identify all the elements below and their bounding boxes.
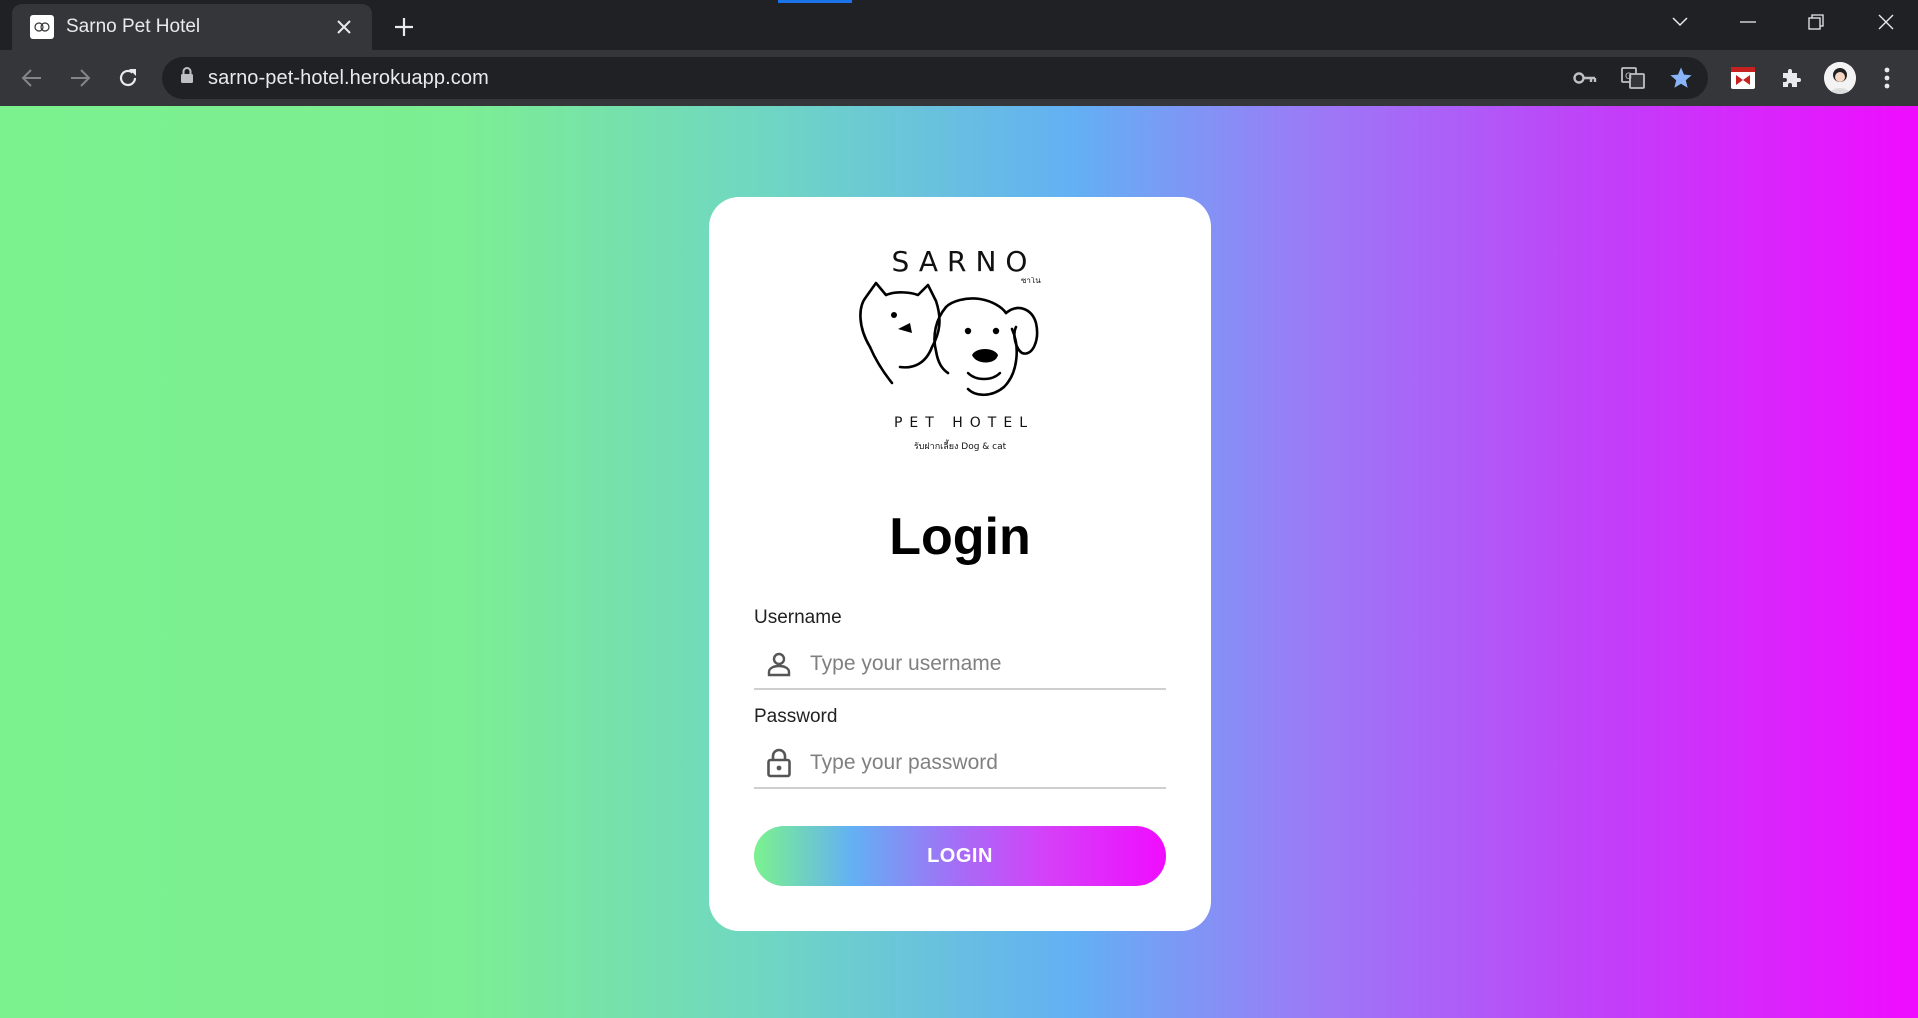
username-input[interactable]	[810, 652, 1166, 676]
sarno-logo: SARNO ซาโน PET HOTEL รับฝากเลี้ยง Dog &	[844, 237, 1076, 469]
translate-icon[interactable]: G	[1619, 64, 1647, 92]
forward-icon[interactable]	[64, 62, 96, 94]
extension-m-icon[interactable]	[1727, 62, 1759, 94]
logo-tagline: รับฝากเลี้ยง Dog & cat	[913, 442, 1007, 452]
page-background: SARNO ซาโน PET HOTEL รับฝากเลี้ยง Dog &	[0, 106, 1918, 1018]
password-input[interactable]	[810, 751, 1166, 775]
profile-avatar[interactable]	[1824, 62, 1856, 94]
address-bar[interactable]: sarno-pet-hotel.herokuapp.com G	[162, 57, 1708, 99]
close-tab-icon[interactable]	[330, 13, 358, 41]
logo-subtitle: PET HOTEL	[893, 415, 1035, 431]
login-card: SARNO ซาโน PET HOTEL รับฝากเลี้ยง Dog &	[709, 197, 1211, 931]
minimize-icon[interactable]	[1724, 6, 1772, 38]
browser-tab[interactable]: Sarno Pet Hotel	[12, 4, 372, 50]
username-label: Username	[754, 607, 842, 628]
new-tab-icon[interactable]	[388, 11, 420, 43]
password-field	[754, 739, 1166, 789]
tab-search-icon[interactable]	[1656, 6, 1704, 38]
restore-icon[interactable]	[1792, 6, 1840, 38]
svg-text:ซาโน: ซาโน	[1021, 277, 1041, 285]
lock-icon	[756, 743, 802, 783]
logo-title: SARNO	[891, 245, 1037, 278]
login-button[interactable]: LOGIN	[754, 826, 1166, 886]
user-icon	[756, 644, 802, 684]
extensions-puzzle-icon[interactable]	[1775, 62, 1807, 94]
password-label: Password	[754, 706, 838, 727]
browser-titlebar: Sarno Pet Hotel	[0, 0, 1918, 50]
pet-favicon-icon	[30, 15, 54, 39]
page-title: Login	[889, 508, 1031, 566]
browser-toolbar: sarno-pet-hotel.herokuapp.com G	[0, 50, 1918, 106]
back-icon[interactable]	[16, 62, 48, 94]
tab-title: Sarno Pet Hotel	[66, 16, 201, 37]
svg-text:G: G	[1625, 72, 1632, 82]
tab-strip-indicator	[778, 0, 852, 3]
close-window-icon[interactable]	[1862, 6, 1910, 38]
bookmark-star-icon[interactable]	[1667, 64, 1695, 92]
cat-and-dog-icon: ซาโน	[859, 277, 1041, 397]
key-icon[interactable]	[1571, 64, 1599, 92]
menu-dots-icon[interactable]	[1871, 62, 1903, 94]
username-field	[754, 640, 1166, 690]
reload-icon[interactable]	[112, 62, 144, 94]
lock-icon[interactable]	[180, 67, 194, 89]
url-text[interactable]: sarno-pet-hotel.herokuapp.com	[208, 67, 489, 90]
